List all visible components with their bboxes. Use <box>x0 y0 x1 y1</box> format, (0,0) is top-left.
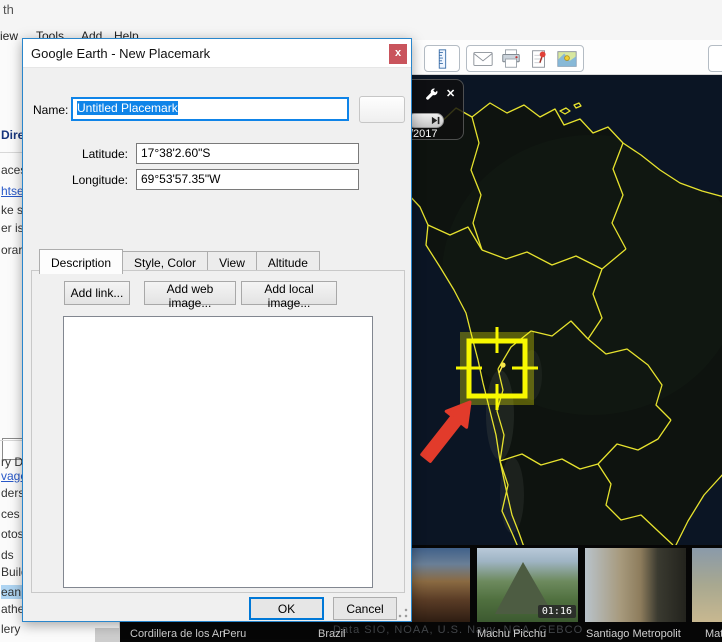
save-image-icon <box>532 49 546 68</box>
close-button[interactable]: x <box>389 44 407 64</box>
latitude-input[interactable]: 17°38'2.60"S <box>136 143 359 164</box>
name-label: Name: <box>33 103 69 117</box>
sidebar-layer-item[interactable]: lery <box>1 622 20 636</box>
toolbar-right-button-partial[interactable] <box>708 45 722 72</box>
longitude-label: Longitude: <box>71 173 128 187</box>
video-duration-badge: 01:16 <box>537 605 576 618</box>
latitude-label: Latitude: <box>81 147 128 161</box>
dialog-titlebar[interactable]: Google Earth - New Placemark x <box>23 39 411 68</box>
ok-button[interactable]: OK <box>249 597 324 620</box>
tab-description[interactable]: Description <box>39 249 124 274</box>
new-placemark-dialog: Google Earth - New Placemark x Name: Unt… <box>22 38 412 622</box>
dialog-title: Google Earth - New Placemark <box>31 46 211 61</box>
sidebar-text-fragment: er is <box>1 221 24 235</box>
thumbnail-caption: Cordillera de los An <box>130 628 226 640</box>
ruler-button[interactable] <box>424 45 460 72</box>
time-slider-year: /2017 <box>410 128 438 140</box>
save-image-button[interactable] <box>525 47 553 71</box>
email-button[interactable] <box>469 47 497 71</box>
add-link-button[interactable]: Add link... <box>64 281 130 305</box>
photo-thumbnail-partial[interactable] <box>692 548 722 622</box>
sidebar-link-fragment[interactable]: htse <box>1 184 24 198</box>
photo-thumbnail-santiago[interactable] <box>585 548 686 622</box>
thumbnail-caption: Peru <box>223 628 247 640</box>
cancel-button[interactable]: Cancel <box>333 597 397 620</box>
window-title-fragment: th <box>3 2 14 17</box>
sidebar-layer-item[interactable]: ds <box>1 548 14 562</box>
sidebar-layer-item[interactable]: ders <box>1 486 24 500</box>
add-web-image-button[interactable]: Add web image... <box>144 281 236 310</box>
thumbnail-caption: Santiago Metropolit <box>586 628 681 640</box>
ruler-icon <box>438 48 447 69</box>
sidebar-scrollbar-corner[interactable] <box>95 628 120 642</box>
sidebar-layer-item[interactable]: athe <box>1 602 24 616</box>
name-input-selected-text: Untitled Placemark <box>77 101 178 115</box>
share-tool-group <box>466 45 584 72</box>
close-icon[interactable]: ✕ <box>446 87 455 100</box>
view-in-maps-button[interactable] <box>553 47 581 71</box>
email-icon <box>473 51 493 66</box>
print-icon <box>502 48 520 68</box>
thumbnail-caption: Mat <box>705 628 722 640</box>
name-input[interactable]: Untitled Placemark <box>71 97 349 121</box>
south-america-map <box>412 75 722 545</box>
view-in-maps-icon <box>557 50 577 67</box>
thumbnail-caption: Brazil <box>318 628 346 640</box>
thumbnail-caption: Machu Picchu <box>477 628 547 640</box>
longitude-input[interactable]: 69°53'57.35"W <box>136 169 359 190</box>
sidebar-layer-item[interactable]: ces <box>1 507 20 521</box>
sidebar-text-fragment: Dire <box>1 128 25 142</box>
divider <box>0 152 22 153</box>
sidebar-text-fragment: orar <box>1 243 23 257</box>
divider <box>0 440 22 441</box>
photo-thumbnail[interactable] <box>412 548 470 622</box>
add-local-image-button[interactable]: Add local image... <box>241 281 337 310</box>
sidebar-layer-item[interactable]: otos <box>1 527 24 541</box>
time-slider-handle[interactable] <box>407 113 444 128</box>
print-button[interactable] <box>497 47 525 71</box>
step-forward-icon[interactable] <box>431 116 440 125</box>
sidebar-text-fragment: ry D <box>1 455 23 469</box>
photo-thumbnail-machu-picchu[interactable]: 01:16 <box>477 548 578 622</box>
resize-grip[interactable] <box>398 608 408 618</box>
time-slider-panel: ✕ /2017 <box>404 79 464 140</box>
google-earth-window: th iew Tools Add Help Dire aces htse ke … <box>0 0 722 642</box>
description-textarea[interactable] <box>63 316 373 588</box>
wrench-icon[interactable] <box>425 88 440 103</box>
placemark-icon-button[interactable] <box>359 96 405 123</box>
